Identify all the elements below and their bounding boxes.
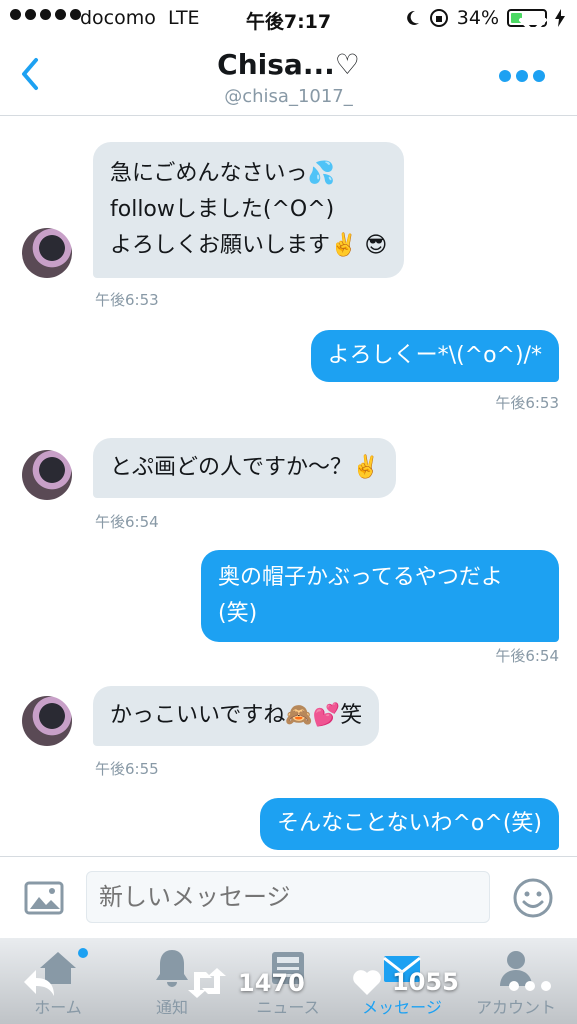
retweet-button[interactable]: 1470 <box>186 968 305 998</box>
charging-icon <box>555 9 565 27</box>
conversation-header: Chisa...♡ @chisa_1017_ <box>0 18 577 116</box>
message-timestamp: 午後6:53 <box>95 291 159 309</box>
message-timestamp: 午後6:54 <box>495 647 559 665</box>
retweet-icon <box>188 968 226 998</box>
more-options-icon[interactable] <box>499 70 545 82</box>
reply-button[interactable] <box>22 968 58 998</box>
like-button[interactable]: 1055 <box>352 968 459 996</box>
close-icon[interactable] <box>513 12 553 52</box>
tweet-action-overlay: 1470 1055 <box>0 960 577 1024</box>
retweet-count: 1470 <box>238 969 305 997</box>
message-timestamp: 午後6:53 <box>495 394 559 412</box>
avatar[interactable] <box>22 696 72 746</box>
message-bubble-outgoing[interactable]: そんなことないわ^o^(笑) <box>260 798 559 850</box>
rotation-lock-icon <box>429 9 448 27</box>
conversation-title: Chisa...♡ <box>217 48 360 81</box>
message-timestamp: 午後6:54 <box>95 513 159 531</box>
compose-bar <box>0 856 577 938</box>
like-count: 1055 <box>392 968 459 996</box>
message-bubble-incoming[interactable]: かっこいいですね🙈💕笑 <box>93 686 380 746</box>
conversation-handle: @chisa_1017_ <box>224 86 353 107</box>
avatar[interactable] <box>22 228 72 278</box>
message-input[interactable] <box>86 871 490 923</box>
avatar[interactable] <box>22 450 72 500</box>
emoji-icon[interactable] <box>512 877 554 919</box>
message-bubble-outgoing[interactable]: 奥の帽子かぶってるやつだよ (笑) <box>201 550 559 642</box>
notification-dot <box>78 948 88 958</box>
more-actions-icon[interactable] <box>508 980 552 992</box>
message-bubble-outgoing[interactable]: よろしくー*\(^o^)/* <box>310 330 559 382</box>
message-bubble-incoming[interactable]: 急にごめんなさいっ💦 followしました(^O^) よろしくお願いします✌️ … <box>93 142 405 278</box>
reply-icon <box>24 970 54 996</box>
heart-icon <box>353 970 381 995</box>
battery-percent: 34% <box>456 7 499 29</box>
message-bubble-incoming[interactable]: とぷ画どの人ですか〜？✌️ <box>93 438 397 498</box>
message-timestamp: 午後6:55 <box>95 760 159 778</box>
status-bar: docomo LTE 午後7:17 34% <box>0 0 577 38</box>
moon-icon <box>406 10 419 25</box>
photo-icon[interactable] <box>24 881 64 915</box>
